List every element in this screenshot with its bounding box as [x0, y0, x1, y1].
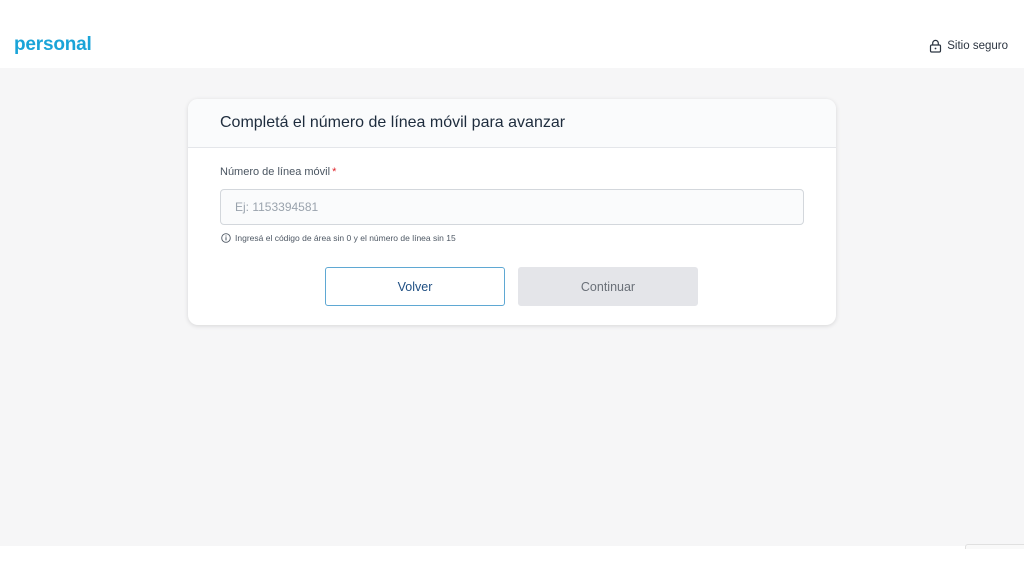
- secure-site-indicator: Sitio seguro: [929, 39, 1008, 53]
- info-icon: [221, 233, 231, 243]
- back-button[interactable]: Volver: [325, 267, 505, 306]
- continue-button[interactable]: Continuar: [518, 267, 698, 306]
- phone-hint: Ingresá el código de área sin 0 y el núm…: [221, 233, 456, 243]
- footer-strip: [0, 546, 1024, 576]
- phone-form-card: Completá el número de línea móvil para a…: [188, 99, 836, 325]
- card-header: Completá el número de línea móvil para a…: [188, 99, 836, 148]
- phone-hint-text: Ingresá el código de área sin 0 y el núm…: [235, 233, 456, 243]
- phone-field-label-text: Número de línea móvil: [220, 166, 331, 178]
- recaptcha-badge-edge[interactable]: [965, 544, 1024, 549]
- site-header: personal Sitio seguro: [0, 0, 1024, 68]
- secure-label: Sitio seguro: [947, 40, 1008, 52]
- personal-logo[interactable]: personal: [14, 34, 92, 56]
- lock-icon: [929, 39, 942, 53]
- phone-field-label: Número de línea móvil *: [220, 166, 336, 178]
- page-title: Completá el número de línea móvil para a…: [220, 114, 566, 131]
- phone-number-input[interactable]: [220, 189, 804, 225]
- required-mark: *: [332, 166, 337, 178]
